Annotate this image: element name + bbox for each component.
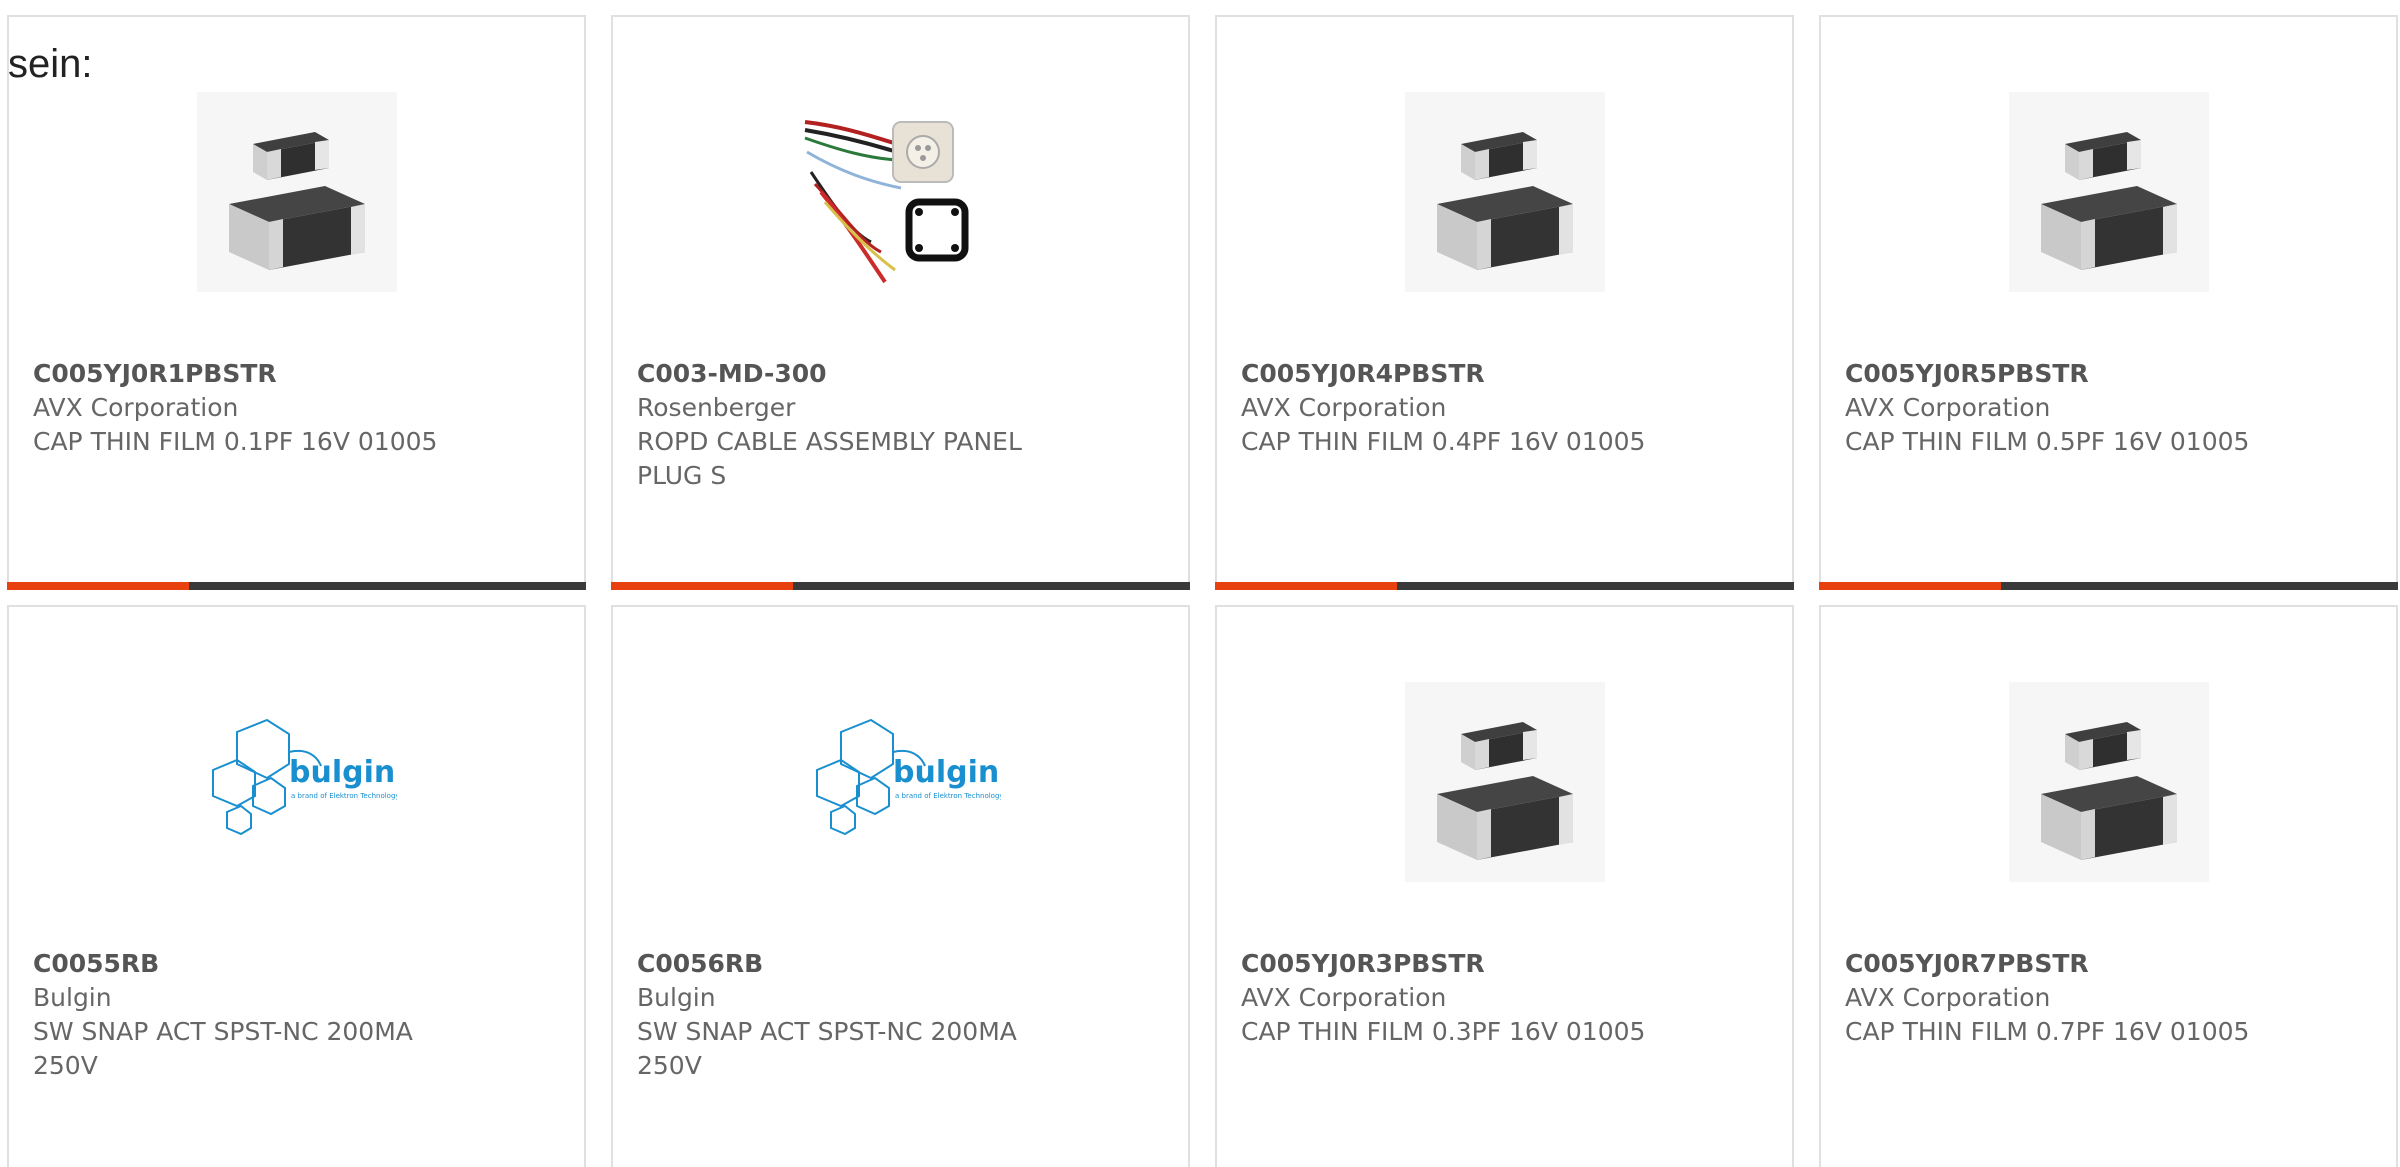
intro-text: sein: <box>8 42 93 86</box>
smd-capacitor-icon <box>1404 682 1605 882</box>
product-grid: C005YJ0R1PBSTR AVX Corporation CAP THIN … <box>7 15 2398 1167</box>
cable-assembly-icon <box>800 92 1001 292</box>
product-info: C005YJ0R4PBSTR AVX Corporation CAP THIN … <box>1241 357 1768 459</box>
description: CAP THIN FILM 0.3PF 16V 01005 <box>1241 1017 1646 1046</box>
part-number-link[interactable]: C005YJ0R7PBSTR <box>1845 947 2372 981</box>
bulgin-logo-icon: bulgin a brand of Elektron Technology <box>800 682 1001 882</box>
product-card[interactable]: C003-MD-300 Rosenberger ROPD CABLE ASSEM… <box>611 15 1190 590</box>
card-footer-bar <box>1819 582 2398 590</box>
manufacturer: Rosenberger <box>637 393 796 422</box>
card-footer-bar <box>7 582 586 590</box>
product-image[interactable]: bulgin a brand of Elektron Technology <box>800 682 1001 882</box>
product-image[interactable] <box>196 92 397 292</box>
manufacturer: Bulgin <box>637 983 716 1012</box>
product-image[interactable] <box>1404 92 1605 292</box>
product-card[interactable]: C005YJ0R3PBSTR AVX Corporation CAP THIN … <box>1215 605 1794 1167</box>
bulgin-tagline-text: a brand of Elektron Technology <box>895 792 1001 800</box>
product-info: C005YJ0R3PBSTR AVX Corporation CAP THIN … <box>1241 947 1768 1049</box>
description: CAP THIN FILM 0.1PF 16V 01005 <box>33 427 438 456</box>
bulgin-logo-icon: bulgin a brand of Elektron Technology <box>196 682 397 882</box>
part-number-link[interactable]: C005YJ0R5PBSTR <box>1845 357 2372 391</box>
bulgin-brand-text: bulgin <box>893 755 999 790</box>
bulgin-tagline-text: a brand of Elektron Technology <box>291 792 397 800</box>
description: CAP THIN FILM 0.7PF 16V 01005 <box>1845 1017 2250 1046</box>
bulgin-brand-text: bulgin <box>289 755 395 790</box>
product-card[interactable]: C005YJ0R1PBSTR AVX Corporation CAP THIN … <box>7 15 586 590</box>
part-number-link[interactable]: C003-MD-300 <box>637 357 1164 391</box>
part-number-link[interactable]: C0055RB <box>33 947 560 981</box>
part-number-link[interactable]: C005YJ0R3PBSTR <box>1241 947 1768 981</box>
smd-capacitor-icon <box>2008 92 2209 292</box>
product-grid-page: sein: C005YJ0R1PBSTR AVX Corporation CAP… <box>0 0 2400 1167</box>
smd-capacitor-icon <box>1404 92 1605 292</box>
product-card[interactable]: C005YJ0R5PBSTR AVX Corporation CAP THIN … <box>1819 15 2398 590</box>
description: CAP THIN FILM 0.5PF 16V 01005 <box>1845 427 2250 456</box>
product-card[interactable]: bulgin a brand of Elektron Technology C0… <box>7 605 586 1167</box>
card-footer-accent <box>611 582 793 590</box>
manufacturer: Bulgin <box>33 983 112 1012</box>
product-image[interactable] <box>800 92 1001 292</box>
product-info: C005YJ0R5PBSTR AVX Corporation CAP THIN … <box>1845 357 2372 459</box>
card-footer-accent <box>7 582 189 590</box>
card-footer-accent <box>1215 582 1397 590</box>
manufacturer: AVX Corporation <box>1241 393 1447 422</box>
product-card[interactable]: C005YJ0R7PBSTR AVX Corporation CAP THIN … <box>1819 605 2398 1167</box>
product-info: C0055RB Bulgin SW SNAP ACT SPST-NC 200MA… <box>33 947 560 1083</box>
part-number-link[interactable]: C005YJ0R1PBSTR <box>33 357 560 391</box>
product-image[interactable] <box>2008 92 2209 292</box>
manufacturer: AVX Corporation <box>1845 393 2051 422</box>
smd-capacitor-icon <box>2008 682 2209 882</box>
manufacturer: AVX Corporation <box>1241 983 1447 1012</box>
description: SW SNAP ACT SPST-NC 200MA 250V <box>33 1017 413 1080</box>
product-image[interactable] <box>1404 682 1605 882</box>
product-card[interactable]: bulgin a brand of Elektron Technology C0… <box>611 605 1190 1167</box>
card-footer-bar <box>611 582 1190 590</box>
description: ROPD CABLE ASSEMBLY PANEL PLUG S <box>637 427 1022 490</box>
part-number-link[interactable]: C005YJ0R4PBSTR <box>1241 357 1768 391</box>
manufacturer: AVX Corporation <box>33 393 239 422</box>
product-image[interactable] <box>2008 682 2209 882</box>
manufacturer: AVX Corporation <box>1845 983 2051 1012</box>
product-card[interactable]: C005YJ0R4PBSTR AVX Corporation CAP THIN … <box>1215 15 1794 590</box>
description: CAP THIN FILM 0.4PF 16V 01005 <box>1241 427 1646 456</box>
smd-capacitor-icon <box>196 92 397 292</box>
description: SW SNAP ACT SPST-NC 200MA 250V <box>637 1017 1017 1080</box>
card-footer-accent <box>1819 582 2001 590</box>
card-footer-bar <box>1215 582 1794 590</box>
product-info: C003-MD-300 Rosenberger ROPD CABLE ASSEM… <box>637 357 1164 493</box>
part-number-link[interactable]: C0056RB <box>637 947 1164 981</box>
product-info: C005YJ0R1PBSTR AVX Corporation CAP THIN … <box>33 357 560 459</box>
product-image[interactable]: bulgin a brand of Elektron Technology <box>196 682 397 882</box>
product-info: C0056RB Bulgin SW SNAP ACT SPST-NC 200MA… <box>637 947 1164 1083</box>
product-info: C005YJ0R7PBSTR AVX Corporation CAP THIN … <box>1845 947 2372 1049</box>
